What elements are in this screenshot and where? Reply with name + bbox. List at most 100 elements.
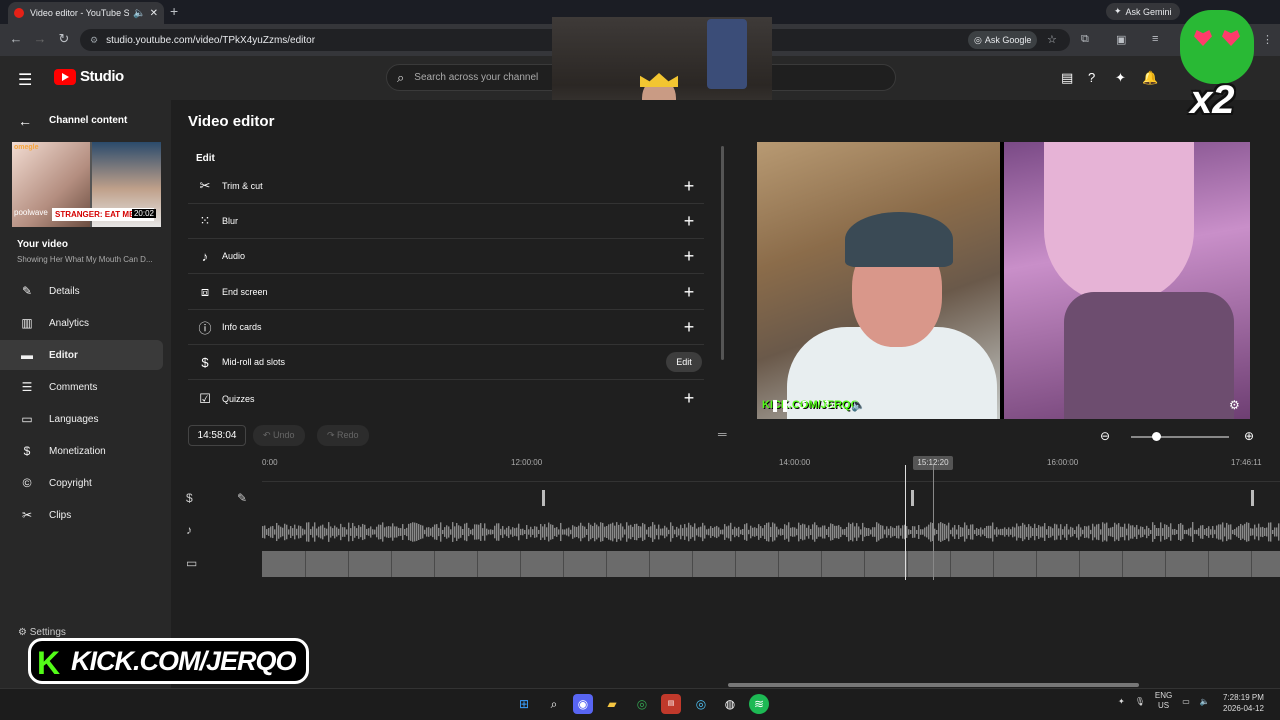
edit-row-info-cards[interactable]: ⓘ Info cards + <box>188 310 704 345</box>
hamburger-menu-icon[interactable]: ☰ <box>18 70 32 90</box>
reading-mode-icon[interactable]: ▣ <box>1116 33 1126 46</box>
add-icon[interactable]: + <box>674 211 704 232</box>
edit-panel-scrollbar[interactable] <box>721 146 724 360</box>
volume-icon[interactable]: 🔈 <box>1200 697 1210 706</box>
add-icon[interactable]: + <box>674 317 704 338</box>
waveform-bar <box>454 526 456 538</box>
sidebar-item-analytics[interactable]: ▥ Analytics <box>0 308 163 338</box>
rewind-icon[interactable]: ↺ <box>797 398 807 412</box>
menu-lines-icon[interactable]: ≡ <box>1152 33 1158 45</box>
video-preview[interactable] <box>757 142 1250 419</box>
discord-icon[interactable]: ◉ <box>573 694 593 714</box>
volume-icon[interactable]: 🔈 <box>851 398 866 412</box>
resize-handle-icon[interactable]: ═ <box>718 427 727 441</box>
waveform-bar <box>732 529 734 535</box>
waveform-bar <box>414 522 416 542</box>
ad-slot-marker[interactable] <box>1251 490 1254 506</box>
timecode-field[interactable]: 14:58:04 <box>188 425 246 446</box>
sidebar-item-clips[interactable]: ✂ Clips <box>0 500 163 530</box>
edit-button[interactable]: Edit <box>666 352 702 372</box>
horizontal-scrollbar[interactable] <box>728 683 1139 687</box>
browser-menu-icon[interactable]: ⋮ <box>1262 33 1273 46</box>
ask-google-button[interactable]: ◎ Ask Google <box>968 31 1038 49</box>
chrome-icon[interactable]: ◎ <box>632 694 652 714</box>
obs-icon[interactable]: ◍ <box>720 694 740 714</box>
waveform-bar <box>780 528 782 536</box>
waveform-bar <box>946 525 948 539</box>
edit-row-trim[interactable]: ✂ Trim & cut + <box>188 169 704 204</box>
zoom-slider-track[interactable] <box>1131 436 1229 438</box>
copyright-icon: © <box>22 476 32 490</box>
add-icon[interactable]: + <box>674 388 704 409</box>
zoom-slider-knob[interactable] <box>1152 432 1161 441</box>
site-info-icon[interactable]: ⚙ <box>90 35 98 46</box>
edit-row-end-screen[interactable]: ⧈ End screen + <box>188 275 704 310</box>
taskbar-search-icon[interactable]: ⌕ <box>544 694 564 714</box>
sidebar-item-comments[interactable]: ☰ Comments <box>0 372 163 402</box>
audio-waveform[interactable] <box>262 518 1280 546</box>
undo-button[interactable]: ↶ Undo <box>253 425 305 446</box>
waveform-bar <box>356 528 358 536</box>
browser-tab[interactable]: Video editor - YouTube Stu 🔈 ✕ <box>8 2 164 24</box>
edit-heading: Edit <box>196 153 215 164</box>
youtube-studio-logo[interactable]: Studio <box>54 68 124 85</box>
zoom-out-icon[interactable]: ⊖ <box>1100 429 1110 443</box>
playhead-line[interactable] <box>905 465 906 580</box>
create-post-icon[interactable]: ▤ <box>1061 70 1073 86</box>
pencil-icon[interactable]: ✎ <box>237 491 247 505</box>
video-filmstrip-track[interactable] <box>262 551 1280 577</box>
edit-row-blur[interactable]: ⁙ Blur + <box>188 204 704 239</box>
edit-row-midroll[interactable]: $ Mid-roll ad slots Edit <box>188 345 704 380</box>
notifications-bell-icon[interactable]: 🔔 <box>1142 70 1158 86</box>
back-arrow-icon[interactable]: ← <box>8 31 24 46</box>
file-explorer-icon[interactable]: ▰ <box>602 694 622 714</box>
add-icon[interactable]: + <box>674 246 704 267</box>
reload-icon[interactable]: ↻ <box>56 31 72 47</box>
ad-slot-marker[interactable] <box>542 490 545 506</box>
close-tab-icon[interactable]: ✕ <box>150 8 158 19</box>
sidebar-item-languages[interactable]: ▭ Languages <box>0 404 163 434</box>
back-arrow-icon[interactable]: ← <box>18 113 32 129</box>
add-icon[interactable]: + <box>674 282 704 303</box>
waveform-bar <box>568 527 570 537</box>
language-indicator[interactable]: ENG US <box>1155 691 1172 711</box>
video-thumbnail[interactable]: omegle poolwave STRANGER: EAT ME 20:02 <box>12 142 161 227</box>
spotify-icon[interactable]: ≋ <box>749 694 769 714</box>
extensions-icon[interactable]: ⧉ <box>1081 33 1089 46</box>
windows-start-icon[interactable]: ⊞ <box>514 694 534 714</box>
timeline-ruler[interactable] <box>262 452 1280 482</box>
waveform-bar <box>1052 528 1054 536</box>
edit-row-quizzes[interactable]: ☑ Quizzes + <box>188 381 704 416</box>
zoom-in-icon[interactable]: ⊕ <box>1244 429 1254 443</box>
bookmark-star-icon[interactable]: ☆ <box>1047 33 1057 46</box>
waveform-bar <box>800 525 802 539</box>
chrome-alt-icon[interactable]: ◎ <box>691 694 711 714</box>
add-icon[interactable]: + <box>674 176 704 197</box>
tray-app-icon[interactable]: ✦ <box>1118 697 1125 706</box>
edit-row-audio[interactable]: ♪ Audio + <box>188 239 704 274</box>
waveform-bar <box>1064 526 1066 538</box>
sidebar-item-monetization[interactable]: $ Monetization <box>0 436 163 466</box>
ad-slot-marker[interactable] <box>911 490 914 506</box>
taskbar-clock[interactable]: 7:28:19 PM 2026-04-12 <box>1223 692 1264 714</box>
waveform-bar <box>318 526 320 538</box>
network-icon[interactable]: ▭ <box>1182 697 1190 706</box>
new-tab-button[interactable]: + <box>170 3 178 19</box>
waveform-bar <box>980 527 982 537</box>
microphone-icon[interactable]: 🎙 <box>1135 697 1145 706</box>
sidebar-item-details[interactable]: ✎ Details <box>0 276 163 306</box>
help-icon[interactable]: ? <box>1088 70 1095 85</box>
forward-arrow-icon[interactable]: → <box>32 31 48 46</box>
sparkle-icon[interactable]: ✦ <box>1115 70 1126 86</box>
ad-slot-track[interactable] <box>262 484 1280 516</box>
sidebar-item-copyright[interactable]: © Copyright <box>0 468 163 498</box>
channel-content-link[interactable]: Channel content <box>49 115 127 126</box>
ask-gemini-button[interactable]: ✦ Ask Gemini <box>1106 3 1180 20</box>
sidebar-item-editor[interactable]: ▬ Editor <box>0 340 163 370</box>
settings-gear-icon[interactable]: ⚙ <box>1229 398 1240 412</box>
sidebar-item-settings[interactable]: ⚙ Settings <box>18 627 66 638</box>
forward-icon[interactable]: ↻ <box>824 398 834 412</box>
pause-icon[interactable]: ❚❚ <box>770 398 790 412</box>
app-icon[interactable]: ▤ <box>661 694 681 714</box>
redo-button[interactable]: ↷ Redo <box>317 425 369 446</box>
